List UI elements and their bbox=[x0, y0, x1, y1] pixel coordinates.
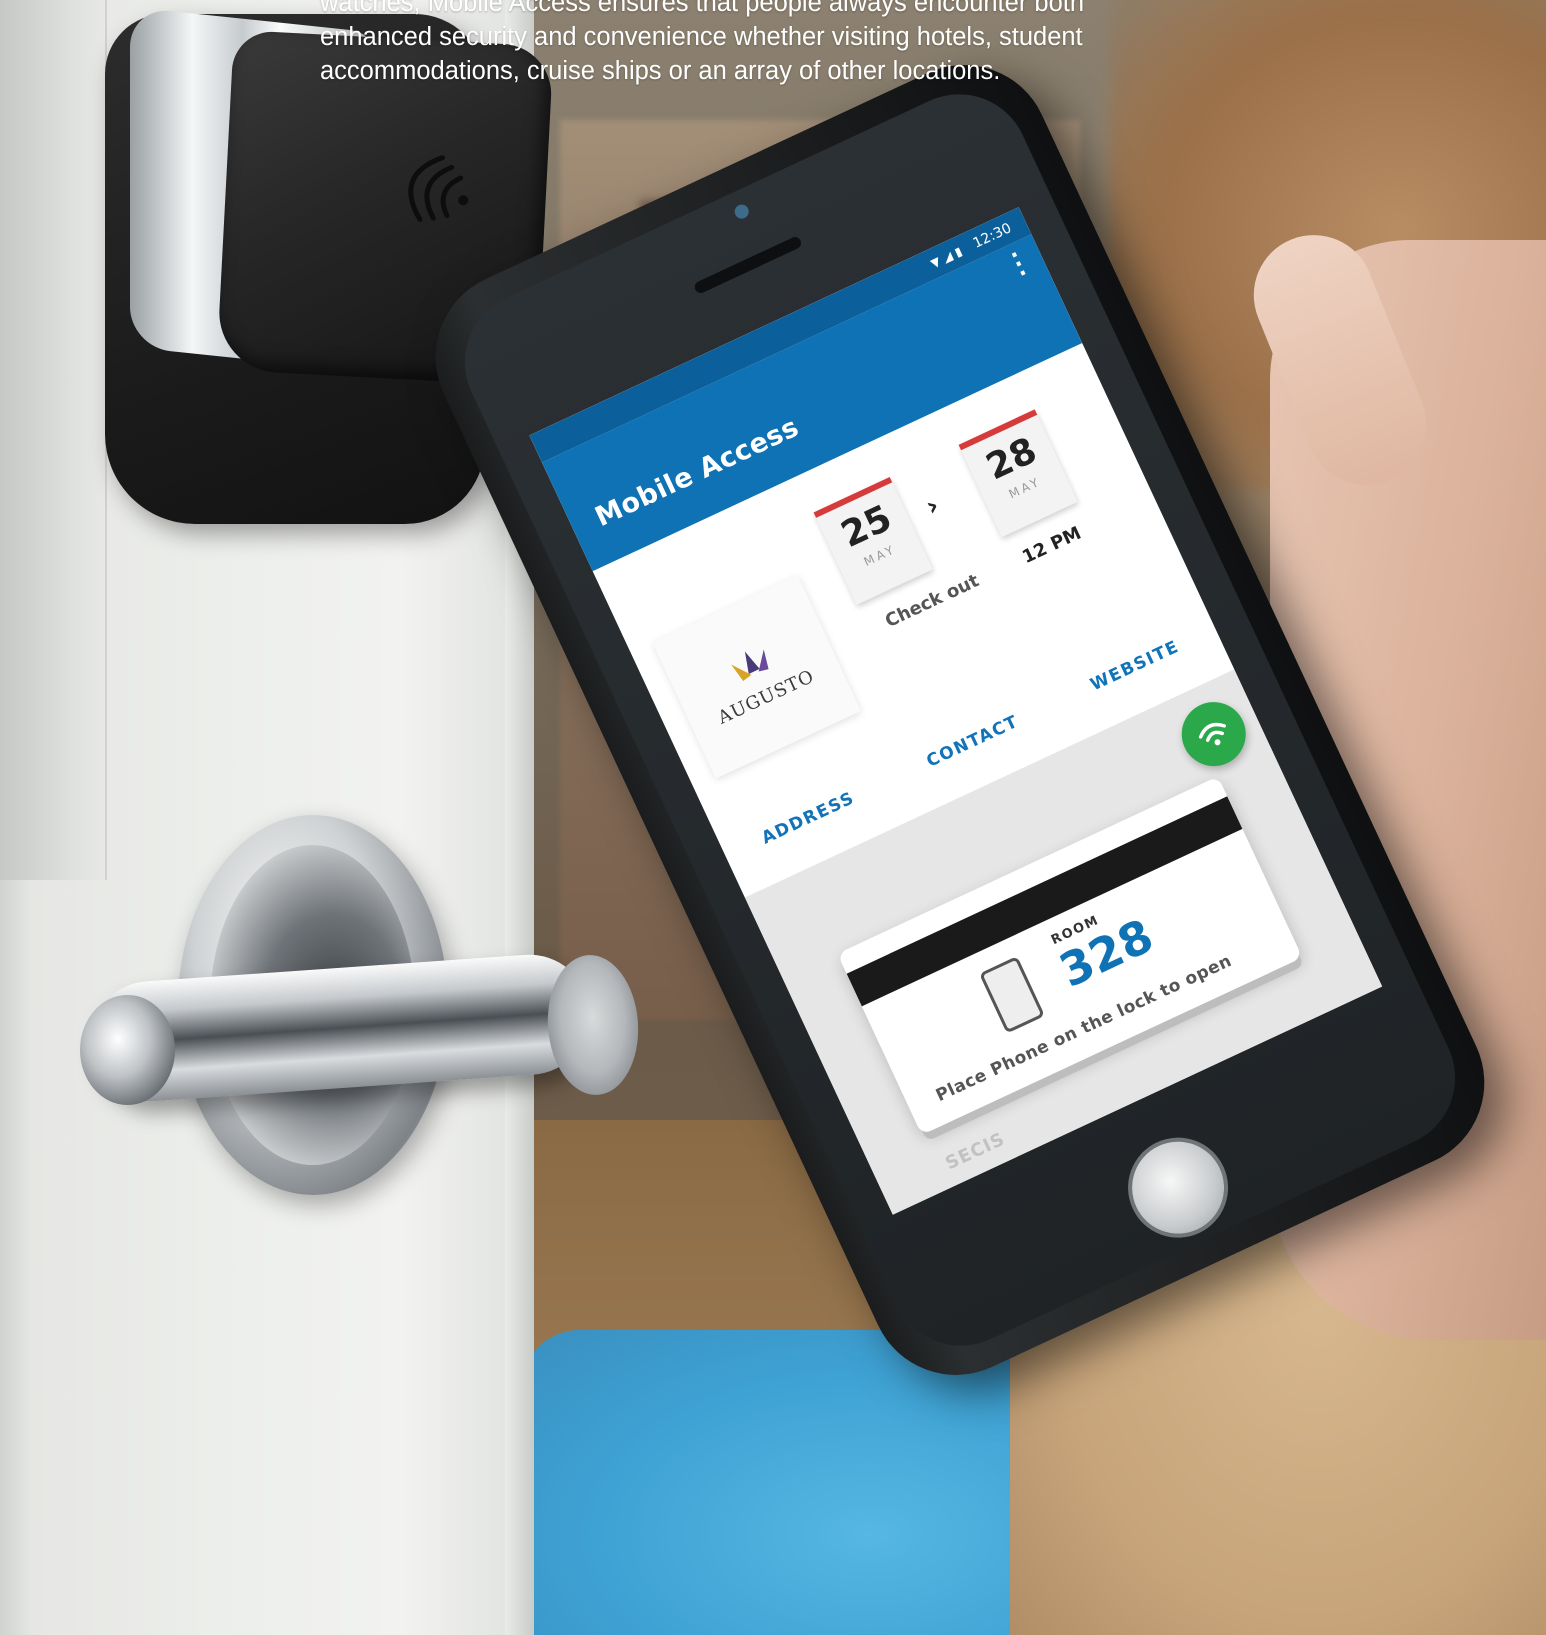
door-lever-knob bbox=[80, 995, 175, 1105]
overflow-menu-icon[interactable]: · · · bbox=[1006, 243, 1033, 287]
nfc-unlock-button[interactable] bbox=[1171, 691, 1257, 777]
caption-line-2: enhanced security and convenience whethe… bbox=[320, 23, 1083, 51]
contact-link[interactable]: CONTACT bbox=[924, 712, 1022, 772]
caption-line-1: watches, Mobile Access ensures that peop… bbox=[320, 0, 1085, 17]
door-panel bbox=[0, 0, 107, 880]
check-in-calendar: 25 MAY bbox=[813, 476, 933, 605]
website-link[interactable]: WEBSITE bbox=[1087, 637, 1182, 696]
caption-text: watches, Mobile Access ensures that peop… bbox=[320, 0, 1140, 88]
caption-line-3: accommodations, cruise ships or an array… bbox=[320, 57, 1001, 85]
phone-icon bbox=[979, 955, 1045, 1034]
wifi-icon bbox=[1198, 722, 1226, 746]
hotel-logo: AUGUSTO bbox=[652, 575, 861, 779]
room-number: 328 bbox=[1051, 908, 1162, 998]
address-link[interactable]: ADDRESS bbox=[759, 788, 858, 849]
